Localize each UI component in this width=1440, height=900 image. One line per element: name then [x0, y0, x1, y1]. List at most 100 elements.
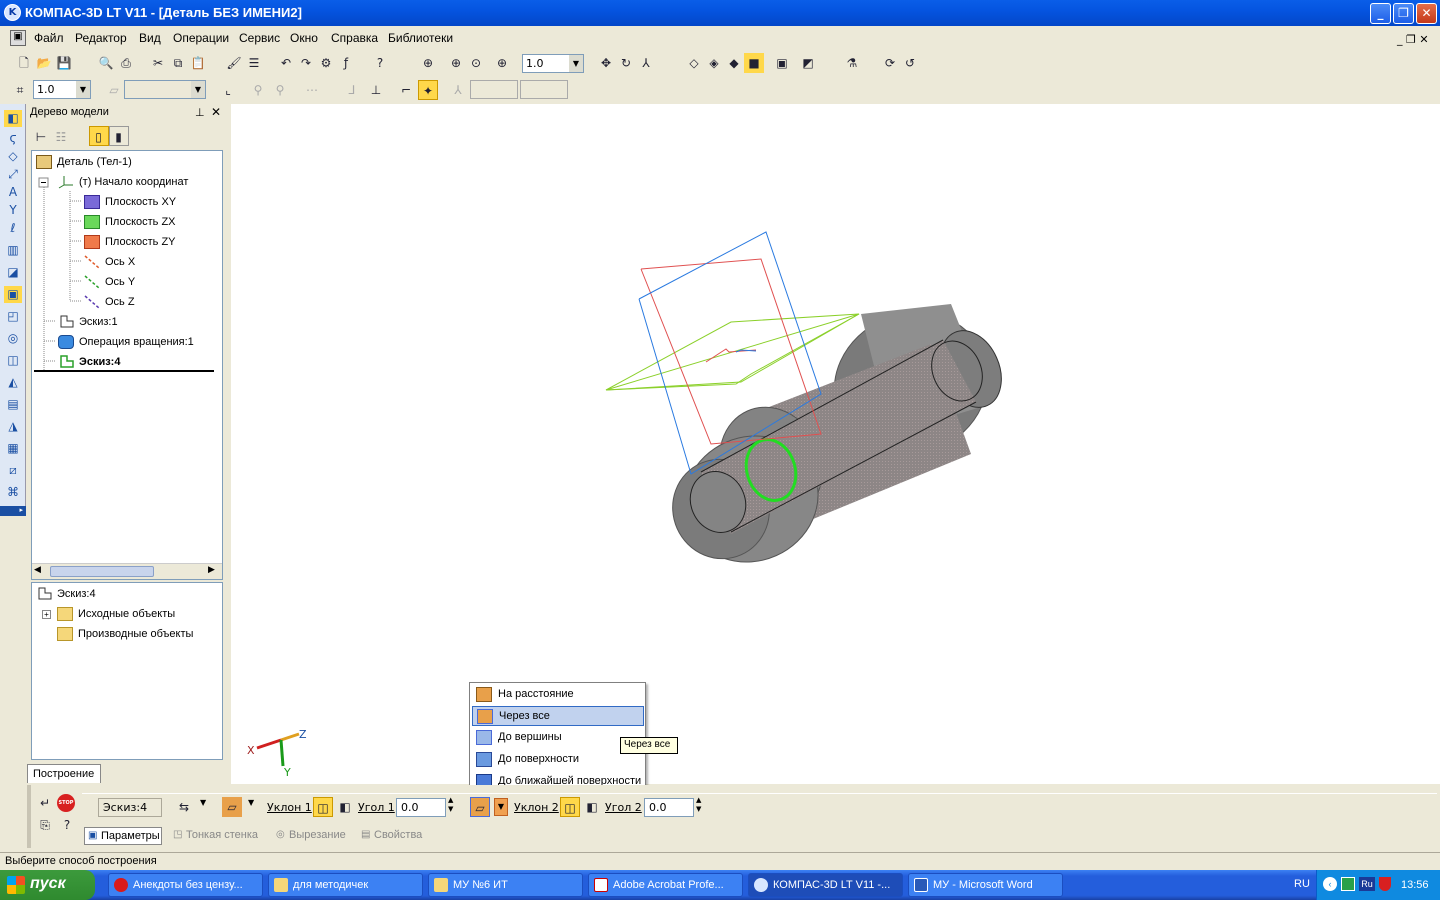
list-icon[interactable]: ☰ [244, 53, 264, 73]
scrollbar-thumb[interactable] [50, 566, 154, 577]
sketch-toolbar-icon[interactable]: ⌞ [218, 80, 238, 100]
pin-icon[interactable]: ⊥ [195, 106, 205, 119]
close-button[interactable]: ✕ [1416, 3, 1437, 24]
tray-arrow-icon[interactable]: ‹ [1323, 877, 1337, 891]
menu-item-through-all[interactable]: Через все [472, 706, 644, 726]
perspective-icon[interactable]: ◩ [798, 53, 818, 73]
library-icon[interactable]: ⌘ [4, 484, 22, 501]
orient-icon[interactable]: ⅄ [636, 53, 656, 73]
grip[interactable] [27, 785, 31, 848]
tree-item-part[interactable]: Деталь (Тел-1) [36, 155, 132, 169]
dimension-icon[interactable]: A [4, 184, 22, 201]
model-view[interactable]: X Z Y [231, 104, 1440, 784]
filter-icon[interactable]: Y [4, 202, 22, 219]
extrude-icon[interactable]: ▥ [4, 242, 22, 259]
menu-item-distance[interactable]: На расстояние [472, 685, 644, 705]
slope2-in-icon[interactable]: ◧ [582, 797, 602, 817]
cut-extrude-icon[interactable]: ▣ [4, 286, 22, 303]
slope2-out-icon[interactable]: ◫ [560, 797, 580, 817]
orientation-icon[interactable]: ⊥ [366, 80, 386, 100]
wireframe-icon[interactable]: ◇ [684, 53, 704, 73]
lcs-icon[interactable]: ⅃ [342, 80, 362, 100]
layer-icon[interactable]: ▱ [104, 80, 124, 100]
angle1-spinner[interactable]: ▲ ▼ [448, 796, 453, 814]
task-opera[interactable]: Анекдоты без цензу... [108, 873, 263, 897]
redo-icon[interactable]: ↷ [296, 53, 316, 73]
rebuild-icon[interactable]: ⟳ [880, 53, 900, 73]
hidden-lines-icon[interactable]: ◈ [704, 53, 724, 73]
snap-grid-icon[interactable]: ⋯ [302, 80, 322, 100]
preview-icon[interactable]: 🔍 [96, 53, 116, 73]
mirror-icon[interactable]: ◮ [4, 418, 22, 435]
pan-icon[interactable]: ✥ [596, 53, 616, 73]
menu-edit[interactable]: Редактор [75, 31, 127, 45]
unlink-icon[interactable]: ⚲ [270, 80, 290, 100]
tree-item-axis-x[interactable]: Ось X [84, 255, 135, 269]
save-icon[interactable]: 💾 [54, 53, 74, 73]
curve-icon[interactable]: ϛ [4, 130, 22, 147]
task-folder2[interactable]: МУ №6 ИТ [428, 873, 583, 897]
menu-help[interactable]: Справка [331, 31, 378, 45]
horizontal-scrollbar[interactable]: ◀ ▶ [32, 563, 222, 579]
menu-service[interactable]: Сервис [239, 31, 280, 45]
tab-thin-wall[interactable]: ◳ Тонкая стенка [170, 827, 266, 845]
tree-item-axis-z[interactable]: Ось Z [84, 295, 135, 309]
lang-tray-icon[interactable]: Ru [1359, 877, 1375, 891]
thin-lines-icon[interactable]: ◆ [724, 53, 744, 73]
tree-item-plane-zx[interactable]: Плоскость ZX [84, 215, 176, 229]
coord-y-field[interactable] [520, 80, 568, 99]
doc-window-controls[interactable]: _ ❐ ✕ [1397, 33, 1429, 46]
zoom-in-icon[interactable]: ⊕ [492, 53, 512, 73]
task-folder1[interactable]: для методичек [268, 873, 423, 897]
menu-item-to-surface[interactable]: До поверхности [472, 750, 644, 770]
depth-type2-icon[interactable]: ▱ [470, 797, 490, 817]
tree-item-plane-zy[interactable]: Плоскость ZY [84, 235, 176, 249]
surface-icon[interactable]: ◇ [4, 148, 22, 165]
shaded-icon[interactable]: ■ [744, 53, 764, 73]
shaded-edges-icon[interactable]: ▣ [772, 53, 792, 73]
copy-icon[interactable]: ⧉ [168, 53, 188, 73]
coords-icon[interactable]: ⅄ [448, 80, 468, 100]
link-icon[interactable]: ⚲ [248, 80, 268, 100]
menu-view[interactable]: Вид [139, 31, 161, 45]
depth-type1-icon[interactable]: ▱ [222, 797, 242, 817]
doc-icon[interactable]: ▣ [10, 30, 26, 46]
direction-icon[interactable]: ⇆ [174, 797, 194, 817]
array-icon[interactable]: ⤢ [4, 166, 22, 183]
tab-parameters[interactable]: ▣ Параметры [84, 827, 162, 845]
brush-icon[interactable]: 🖌 [224, 53, 244, 73]
tab-cut[interactable]: ◎ Вырезание [273, 827, 353, 845]
chevron-down-icon[interactable]: ▼ [200, 798, 206, 807]
task-acrobat[interactable]: Adobe Acrobat Profe... [588, 873, 743, 897]
angle2-spinner[interactable]: ▲ ▼ [696, 796, 701, 814]
angle1-input[interactable]: 0.0 [396, 798, 446, 817]
gear-icon[interactable]: ⚙ [316, 53, 336, 73]
tree-item-origin[interactable]: (т) Начало координат [58, 175, 188, 189]
zoom-all-icon[interactable]: ⊙ [466, 53, 486, 73]
sketch-tree-derived[interactable]: Производные объекты [57, 627, 193, 641]
tree-item-plane-xy[interactable]: Плоскость XY [84, 195, 176, 209]
tree-mode-icon[interactable]: ▮ [108, 126, 129, 146]
help-icon[interactable]: ? [370, 53, 390, 73]
tree-item-axis-y[interactable]: Ось Y [84, 275, 135, 289]
expand-arrow-icon[interactable]: ▸ [0, 506, 26, 516]
open-icon[interactable]: 📂 [34, 53, 54, 73]
refresh-icon[interactable]: ↺ [900, 53, 920, 73]
language-indicator[interactable]: RU [1294, 878, 1310, 890]
function-icon[interactable]: ƒ [336, 53, 356, 73]
task-kompas[interactable]: КОМПАС-3D LT V11 -... [748, 873, 903, 897]
step-combo[interactable]: 1.0 ▼ [33, 80, 91, 99]
tree-item-sketch4[interactable]: Эскиз:4 [58, 355, 120, 369]
undo-icon[interactable]: ↶ [276, 53, 296, 73]
zoom-icon[interactable]: ⊕ [446, 53, 466, 73]
print-icon[interactable]: ⎙ [116, 53, 136, 73]
pattern-icon[interactable]: ▦ [4, 440, 22, 457]
tab-properties[interactable]: ▤ Свойства [358, 827, 432, 845]
scroll-right-icon[interactable]: ▶ [208, 565, 215, 575]
maximize-button[interactable]: ❐ [1393, 3, 1414, 24]
task-word[interactable]: МУ - Microsoft Word [908, 873, 1063, 897]
fillet-icon[interactable]: ◰ [4, 308, 22, 325]
minimize-button[interactable]: _ [1370, 3, 1391, 24]
zoom-combo[interactable]: 1.0 ▼ [522, 54, 584, 73]
chevron-down-icon[interactable]: ▼ [248, 798, 254, 807]
